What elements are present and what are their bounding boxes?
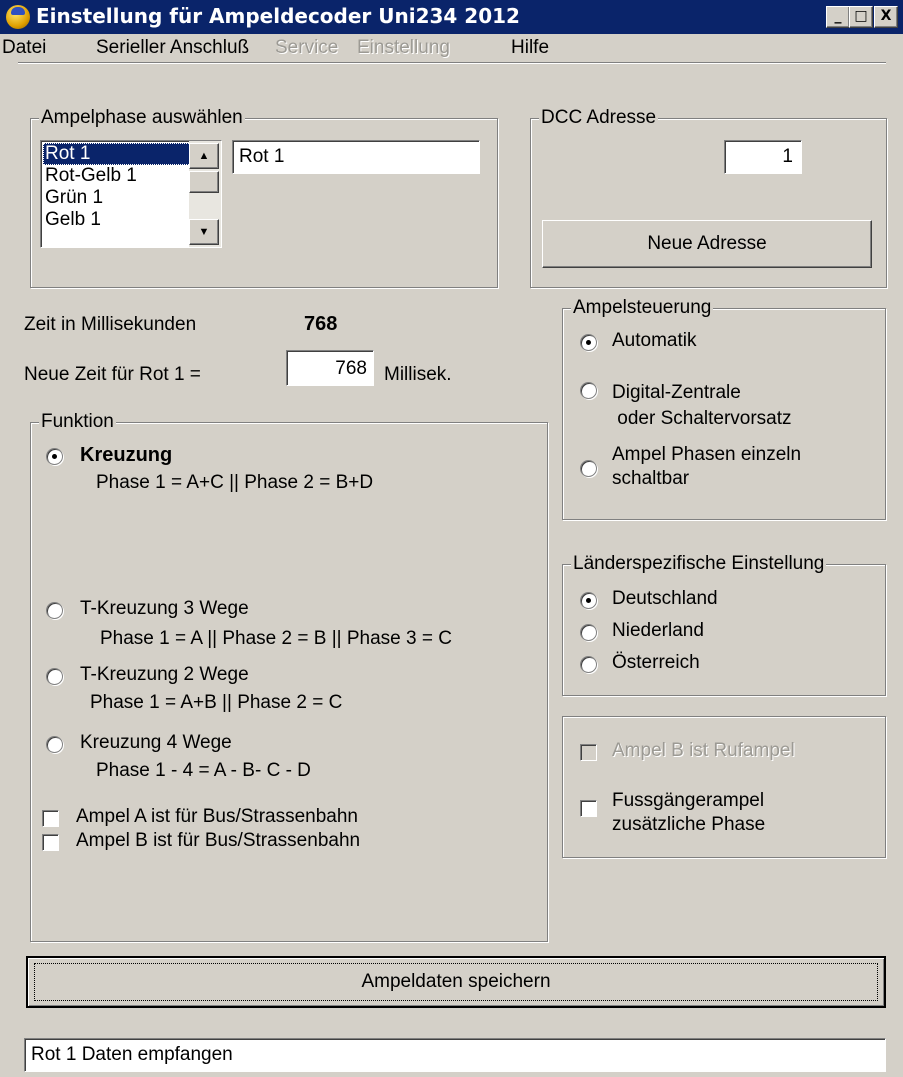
list-item[interactable]: Gelb 1 — [43, 209, 191, 231]
option-automatik-label[interactable]: Automatik — [612, 330, 696, 352]
radio-phasen-einzeln[interactable] — [580, 460, 597, 477]
menu-datei[interactable]: Datei — [2, 37, 46, 59]
dcc-group-legend: DCC Adresse — [539, 107, 659, 129]
menu-service[interactable]: Service — [275, 37, 338, 59]
funktion-group-legend: Funktion — [39, 411, 116, 433]
time-label: Zeit in Millisekunden — [24, 314, 197, 335]
menu-bar: Datei Serieller Anschluß Service Einstel… — [0, 34, 903, 62]
option-kreuzung-label[interactable]: Kreuzung — [80, 444, 172, 467]
option-t-kreuzung-3-detail: Phase 1 = A || Phase 2 = B || Phase 3 = … — [100, 628, 452, 649]
menu-serieller-anschluss[interactable]: Serieller Anschluß — [96, 37, 249, 59]
minimize-button[interactable]: _ — [826, 6, 850, 28]
checkbox-ampel-a-bus[interactable] — [42, 810, 59, 827]
status-text: Rot 1 Daten empfangen — [31, 1044, 233, 1065]
new-address-button[interactable]: Neue Adresse — [542, 220, 872, 268]
save-button[interactable]: Ampeldaten speichern — [26, 956, 886, 1008]
new-time-label: Neue Zeit für Rot 1 = — [24, 364, 201, 385]
scroll-up-icon[interactable]: ▲ — [189, 143, 219, 169]
phase-listbox[interactable]: Rot 1 Rot-Gelb 1 Grün 1 Gelb 1 ▲ ▼ — [40, 140, 222, 248]
option-digital-zentrale-label[interactable]: Digital-Zentrale — [612, 382, 741, 404]
scroll-down-icon[interactable]: ▼ — [189, 219, 219, 245]
option-kreuzung-4-detail: Phase 1 - 4 = A - B- C - D — [96, 760, 311, 781]
checkbox-ampel-a-bus-label[interactable]: Ampel A ist für Bus/Strassenbahn — [76, 806, 358, 828]
checkbox-ampel-b-bus-label[interactable]: Ampel B ist für Bus/Strassenbahn — [76, 830, 360, 852]
option-phasen-einzeln-label[interactable]: Ampel Phasen einzeln — [612, 444, 801, 466]
list-item[interactable]: Rot 1 — [43, 143, 191, 165]
title-bar[interactable]: Einstellung für Ampeldecoder Uni234 2012… — [0, 0, 903, 34]
menu-separator — [18, 62, 886, 64]
menu-hilfe[interactable]: Hilfe — [511, 37, 549, 59]
option-t-kreuzung-2-detail: Phase 1 = A+B || Phase 2 = C — [90, 692, 343, 713]
save-button-label: Ampeldaten speichern — [34, 963, 878, 1001]
extra-options-group — [562, 716, 886, 858]
window-title: Einstellung für Ampeldecoder Uni234 2012 — [36, 4, 520, 28]
scroll-thumb[interactable] — [189, 171, 219, 193]
checkbox-fussgaenger[interactable] — [580, 800, 597, 817]
checkbox-ampel-b-bus[interactable] — [42, 834, 59, 851]
option-niederland-label[interactable]: Niederland — [612, 620, 704, 642]
time-value: 768 — [304, 313, 338, 335]
checkbox-fussgaenger-line2: zusätzliche Phase — [612, 814, 766, 835]
radio-digital-zentrale[interactable] — [580, 382, 597, 399]
list-item[interactable]: Rot-Gelb 1 — [43, 165, 191, 187]
checkbox-rufampel-label[interactable]: Ampel B ist Rufampel — [612, 740, 795, 762]
radio-automatik[interactable] — [580, 334, 597, 351]
menu-einstellung[interactable]: Einstellung — [357, 37, 450, 59]
radio-kreuzung[interactable] — [46, 448, 63, 465]
checkbox-fussgaenger-label[interactable]: Fussgängerampel — [612, 790, 764, 812]
ampelsteuerung-legend: Ampelsteuerung — [571, 297, 714, 319]
new-time-value: 768 — [335, 358, 367, 379]
option-kreuzung-detail: Phase 1 = A+C || Phase 2 = B+D — [96, 472, 374, 493]
radio-niederland[interactable] — [580, 624, 597, 641]
listbox-scrollbar[interactable]: ▲ ▼ — [189, 141, 221, 247]
checkbox-rufampel[interactable] — [580, 744, 597, 761]
option-t-kreuzung-3-label[interactable]: T-Kreuzung 3 Wege — [80, 598, 249, 620]
laender-legend: Länderspezifische Einstellung — [571, 553, 827, 575]
new-time-field[interactable]: 768 — [286, 350, 374, 386]
close-button[interactable]: X — [874, 6, 898, 28]
maximize-button[interactable]: □ — [849, 6, 873, 28]
option-phasen-einzeln-line2: schaltbar — [612, 468, 690, 489]
status-field: Rot 1 Daten empfangen — [24, 1038, 886, 1072]
radio-deutschland[interactable] — [580, 592, 597, 609]
radio-kreuzung-4[interactable] — [46, 736, 63, 753]
list-item[interactable]: Grün 1 — [43, 187, 191, 209]
phase-name-value: Rot 1 — [239, 146, 285, 167]
phase-group-legend: Ampelphase auswählen — [39, 107, 245, 129]
option-t-kreuzung-2-label[interactable]: T-Kreuzung 2 Wege — [80, 664, 249, 686]
dcc-address-value: 1 — [782, 146, 793, 167]
option-digital-zentrale-line2: oder Schaltervorsatz — [612, 408, 792, 429]
phase-name-field[interactable]: Rot 1 — [232, 140, 480, 174]
option-oesterreich-label[interactable]: Österreich — [612, 652, 700, 674]
app-icon[interactable] — [6, 5, 30, 29]
radio-oesterreich[interactable] — [580, 656, 597, 673]
radio-t-kreuzung-3[interactable] — [46, 602, 63, 619]
radio-t-kreuzung-2[interactable] — [46, 668, 63, 685]
dcc-address-field[interactable]: 1 — [724, 140, 802, 174]
laender-group: Länderspezifische Einstellung — [562, 553, 886, 696]
option-kreuzung-4-label[interactable]: Kreuzung 4 Wege — [80, 732, 232, 754]
option-deutschland-label[interactable]: Deutschland — [612, 588, 718, 610]
time-unit: Millisek. — [384, 364, 452, 385]
